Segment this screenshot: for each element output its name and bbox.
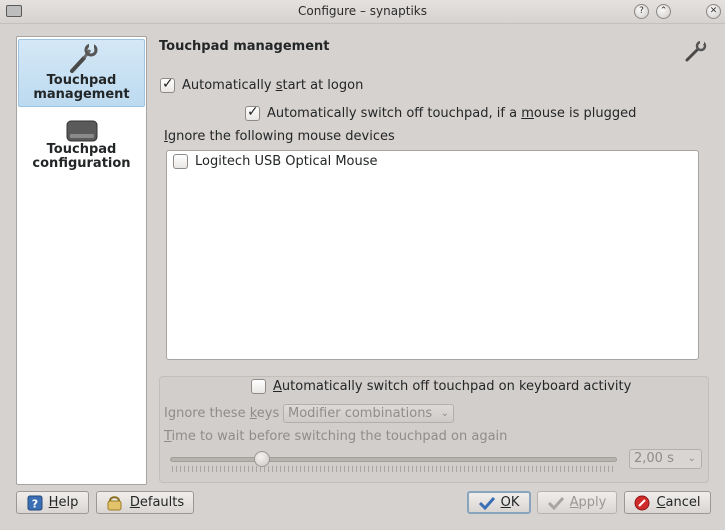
sidebar-item-touchpad-configuration[interactable]: Touchpad configuration (18, 115, 145, 177)
spin-arrows-icon[interactable]: ⌄ (688, 450, 696, 468)
auto-switch-keyboard-checkbox[interactable]: Automatically switch off touchpad on key… (251, 379, 631, 394)
wait-time-label: Time to wait before switching the touchp… (164, 429, 508, 444)
button-label: Defaults (129, 495, 185, 510)
sidebar-item-label: Touchpad (46, 73, 117, 88)
button-label: OK (500, 495, 520, 510)
help-icon: ? (27, 495, 43, 510)
ignore-keys-label: Ignore these keys (164, 406, 280, 421)
button-label: Apply (569, 495, 607, 510)
list-item[interactable]: Logitech USB Optical Mouse (173, 154, 378, 169)
ignore-keys-combobox[interactable]: Modifier combinations ⌄ (283, 404, 454, 423)
maximize-button[interactable]: ⌃ (656, 4, 671, 19)
help-button[interactable]: ? Help (16, 491, 89, 514)
checkbox-label: Automatically switch off touchpad, if a … (267, 106, 637, 121)
ok-button[interactable]: OK (467, 491, 531, 514)
sidebar-item-label: Touchpad (46, 142, 117, 157)
checkbox-label: Automatically start at logon (182, 78, 364, 93)
apply-button[interactable]: Apply (537, 491, 617, 514)
device-label: Logitech USB Optical Mouse (195, 154, 378, 169)
checkbox[interactable] (245, 104, 260, 121)
sidebar-item-label: configuration (32, 156, 131, 171)
reset-defaults-icon (107, 495, 122, 510)
wait-time-spinbox[interactable]: 2,00 s ⌄ (629, 449, 702, 469)
wait-time-slider[interactable] (170, 457, 617, 462)
chevron-down-icon: ⌄ (440, 408, 449, 419)
slider-ticks (172, 466, 616, 472)
check-icon (547, 496, 564, 510)
title-bar: Configure – synaptiks ? ⌃ ✕ (0, 0, 725, 24)
svg-text:?: ? (31, 497, 37, 510)
mouse-device-list[interactable]: Logitech USB Optical Mouse (166, 150, 699, 360)
spinbox-value: 2,00 s (634, 451, 674, 466)
checkbox-label: Automatically switch off touchpad on key… (273, 379, 632, 394)
window-title: Configure – synaptiks (298, 4, 427, 18)
sidebar-item-touchpad-management[interactable]: Touchpad management (18, 39, 145, 107)
button-label: Help (48, 495, 79, 510)
check-icon (478, 496, 495, 510)
context-help-button[interactable]: ? (634, 4, 649, 19)
cancel-button[interactable]: Cancel (624, 491, 711, 514)
sidebar-item-label: management (33, 87, 130, 102)
page-title: Touchpad management (159, 39, 330, 54)
auto-start-checkbox[interactable]: Automatically start at logon (160, 76, 364, 93)
touchpad-icon (66, 120, 97, 142)
ignore-devices-label: Ignore the following mouse devices (164, 129, 395, 144)
defaults-button[interactable]: Defaults (96, 491, 194, 514)
checkbox[interactable] (251, 379, 266, 394)
auto-switch-mouse-checkbox[interactable]: Automatically switch off touchpad, if a … (245, 104, 637, 121)
slider-handle[interactable] (254, 451, 270, 467)
page-list: Touchpad management Touchpad configurati… (16, 36, 147, 485)
wrench-icon (685, 40, 707, 62)
button-label: Cancel (656, 495, 701, 510)
wrench-icon (69, 44, 97, 73)
cancel-icon (634, 495, 650, 510)
combobox-value: Modifier combinations (288, 406, 433, 421)
checkbox[interactable] (160, 76, 175, 93)
close-button[interactable]: ✕ (706, 4, 721, 19)
checkbox[interactable] (173, 154, 188, 169)
